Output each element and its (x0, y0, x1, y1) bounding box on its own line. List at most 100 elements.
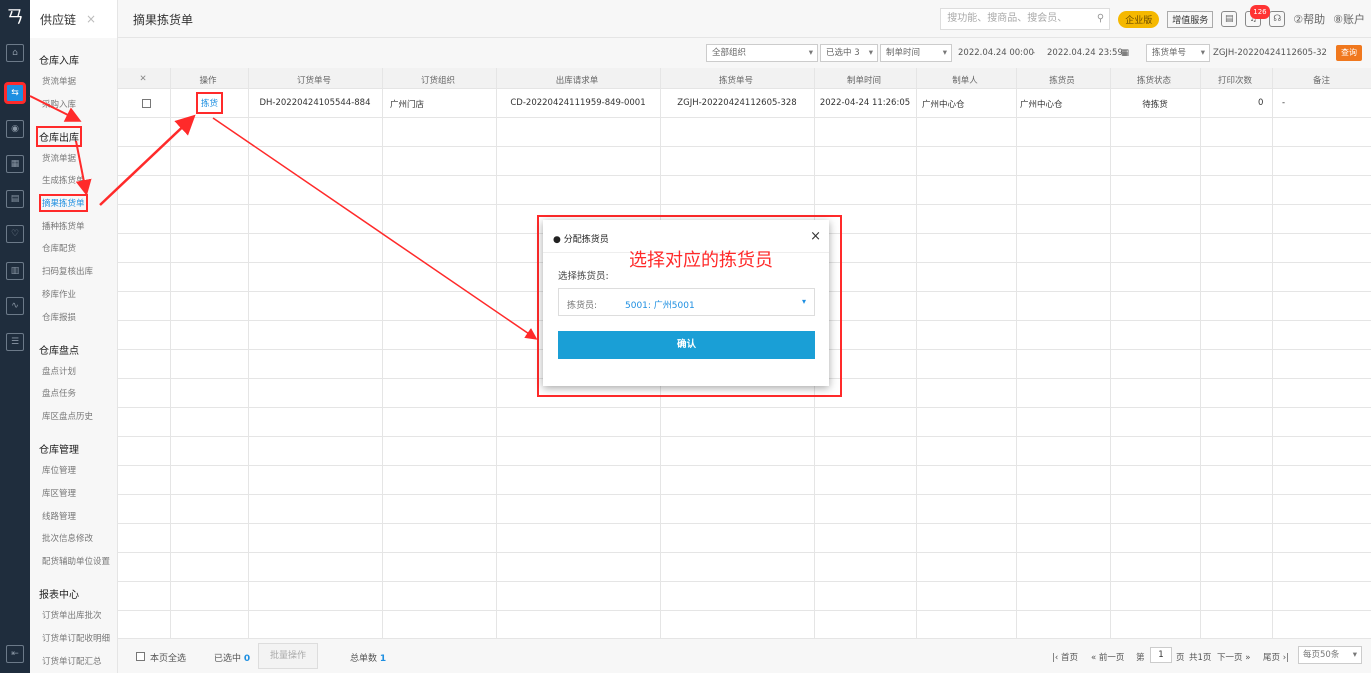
sidebar-item-route[interactable]: 线路管理 (42, 510, 76, 522)
sidebar-item-distribution[interactable]: 仓库配货 (42, 242, 76, 254)
close-icon[interactable]: × (810, 229, 821, 244)
notification-count: 126 (1250, 5, 1270, 19)
select-all-label[interactable]: 本页全选 (150, 651, 186, 664)
module-header[interactable]: 供应链 × (30, 0, 118, 38)
search-icon[interactable]: ⚲ (1097, 9, 1104, 29)
sidebar-section-warehouse[interactable]: 仓库管理 (39, 441, 79, 456)
first-page-link[interactable]: |‹ 首页 (1052, 651, 1078, 663)
building-icon[interactable]: ▥ (6, 262, 24, 280)
edition-badge[interactable]: 企业版 (1118, 10, 1160, 28)
support-icon[interactable]: ☊ (1269, 11, 1286, 27)
selected-filter-select[interactable]: 已选中 3 ▾ (820, 44, 878, 62)
heart-icon[interactable]: ♡ (6, 225, 24, 243)
column-header: 拣货员 (1049, 76, 1075, 86)
sidebar-item-pick-list[interactable]: 摘果拣货单 (39, 194, 88, 212)
select-all-checkbox[interactable] (136, 652, 145, 661)
picker-select-value: 5001: 广州5001 (625, 301, 695, 311)
calendar-icon[interactable]: ▦ (6, 155, 24, 173)
help-link[interactable]: ②帮助 (1293, 11, 1325, 27)
total-pages: 共1页 (1189, 653, 1212, 663)
start-date-input[interactable]: 2022.04.24 00:00 (958, 48, 1034, 58)
created-time-cell: 2022-04-24 11:26:05 (819, 98, 911, 108)
pick-action-link[interactable]: 拣货 (195, 92, 224, 114)
filter-toolbar: 全部组织 ▾ 已选中 3 ▾ 制单时间 ▾ 2022.04.24 00:00 - 20… (118, 38, 1371, 68)
order-number-cell: DH-20220424105544-884 (259, 98, 371, 108)
last-page-link[interactable]: 尾页 ›| (1263, 651, 1289, 663)
sidebar-item-report-detail[interactable]: 订货单订配收明细 (42, 632, 110, 644)
page-number-input[interactable]: 1 (1150, 647, 1172, 663)
sidebar-section-outbound[interactable]: 仓库出库 (36, 126, 82, 147)
sidebar-item-generate-pick-list[interactable]: 生成拣货单 (42, 174, 85, 186)
chevron-down-icon: ▾ (801, 297, 806, 306)
calendar-icon[interactable]: ▦ (1121, 48, 1129, 58)
row-checkbox[interactable] (142, 99, 151, 108)
sidebar-item-zone[interactable]: 库区管理 (42, 487, 76, 499)
chevron-down-icon: ▾ (1352, 650, 1357, 660)
column-header: 制单人 (952, 76, 978, 86)
sidebar-item-count-plan[interactable]: 盘点计划 (42, 365, 76, 377)
sidebar-section-reports[interactable]: 报表中心 (39, 586, 79, 601)
sidebar-item-seed-pick-list[interactable]: 播种拣货单 (42, 220, 85, 232)
sidebar-item-transfer[interactable]: 移库作业 (42, 288, 76, 300)
pick-number-input[interactable]: ZGJH-20220424112605-32 (1213, 48, 1327, 58)
chevron-down-icon: ▾ (808, 48, 813, 58)
column-header: 打印次数 (1217, 76, 1252, 86)
assign-picker-dialog: ● 分配拣货员 × 选择拣货员: 拣货员: 5001: 广州5001 ▾ 确认 (543, 220, 829, 386)
table-header: ✕ 操作 订货单号 订货组织 出库请求单 拣货单号 制单时间 制单人 拣货员 拣… (118, 68, 1371, 89)
home-icon[interactable]: ⌂ (6, 44, 24, 62)
sidebar-section-inventory[interactable]: 仓库盘点 (39, 342, 79, 357)
collapse-icon[interactable]: ⇤ (6, 645, 24, 663)
list-icon[interactable]: ☰ (6, 333, 24, 351)
picker-select[interactable]: 拣货员: 5001: 广州5001 ▾ (558, 288, 815, 316)
chart-icon[interactable]: ∿ (6, 297, 24, 315)
module-title: 供应链 (40, 12, 77, 27)
document-icon[interactable]: ▤ (6, 190, 24, 208)
picker-label: 选择拣货员: (558, 271, 609, 282)
top-right-toolbar: 搜功能、搜商品、搜会员、 ⚲ 企业版 增值服务 ▤ ♫ 126 ☊ ②帮助 ⑧账户 (940, 0, 1371, 38)
sidebar-item-batch-edit[interactable]: 批次信息修改 (42, 532, 93, 544)
batch-operation-button[interactable]: 批量操作 (258, 643, 318, 669)
camera-icon[interactable]: ◉ (6, 120, 24, 138)
sidebar-item-report-batch[interactable]: 订货单出库批次 (42, 609, 102, 621)
creator-cell: 广州中心仓 (922, 100, 965, 110)
global-search-input[interactable]: 搜功能、搜商品、搜会员、 ⚲ (940, 8, 1111, 30)
brand-logo-icon: ㄢ (6, 7, 24, 28)
notification-icon[interactable]: ♫ 126 (1245, 5, 1270, 27)
print-count-cell: 0 (1258, 98, 1264, 108)
value-added-button[interactable]: 增值服务 (1167, 10, 1214, 28)
supply-chain-icon[interactable]: ⇆ (6, 84, 24, 102)
column-header: 拣货状态 (1136, 76, 1171, 86)
sidebar-item-outbound-docs[interactable]: 货流单据 (42, 152, 76, 164)
confirm-button[interactable]: 确认 (558, 331, 815, 359)
sidebar-item-count-history[interactable]: 库区盘点历史 (42, 410, 93, 422)
sidebar-item-report-summary[interactable]: 订货单订配汇总 (42, 655, 102, 667)
date-range-separator: - (1032, 48, 1036, 58)
sidebar-item-inbound-docs[interactable]: 货流单据 (42, 75, 76, 87)
sidebar-item-scan-outbound[interactable]: 扫码复核出库 (42, 265, 93, 277)
pick-status-cell: 待拣货 (1142, 100, 1168, 110)
page-title[interactable]: 摘果拣货单 (133, 11, 193, 28)
sidebar-item-location[interactable]: 库位管理 (42, 464, 76, 476)
sidebar-item-aux-unit[interactable]: 配货辅助单位设置 (42, 555, 110, 567)
sidebar-item-count-task[interactable]: 盘点任务 (42, 387, 76, 399)
query-button[interactable]: 查询 (1336, 45, 1362, 61)
table-footer: 本页全选 已选中 0 批量操作 总单数 1 |‹ 首页 « 前一页 第 1 页 … (118, 638, 1371, 673)
account-link[interactable]: ⑧账户 (1333, 11, 1365, 27)
sidebar-item-damage[interactable]: 仓库报损 (42, 311, 76, 323)
sidebar-item-purchase-inbound[interactable]: 采购入库 (42, 98, 76, 110)
clipboard-icon[interactable]: ▤ (1221, 11, 1238, 27)
column-settings-icon[interactable]: ✕ (136, 74, 150, 84)
prev-page-link[interactable]: « 前一页 (1091, 651, 1124, 663)
close-icon[interactable]: × (86, 12, 96, 26)
number-field-select[interactable]: 拣货单号 ▾ (1146, 44, 1210, 62)
date-field-select[interactable]: 制单时间 ▾ (880, 44, 952, 62)
next-page-link[interactable]: 下一页 » (1217, 651, 1250, 663)
org-select[interactable]: 全部组织 ▾ (706, 44, 818, 62)
end-date-input[interactable]: 2022.04.24 23:59 (1047, 48, 1123, 58)
sidebar: 仓库入库 货流单据 采购入库 仓库出库 货流单据 生成拣货单 摘果拣货单 播种拣… (30, 38, 118, 673)
chevron-down-icon: ▾ (868, 48, 873, 58)
total-label: 总单数 (350, 654, 378, 664)
sidebar-section-inbound[interactable]: 仓库入库 (39, 52, 79, 67)
column-header: 备注 (1312, 76, 1330, 86)
per-page-select[interactable]: 每页50条 ▾ (1298, 646, 1362, 664)
